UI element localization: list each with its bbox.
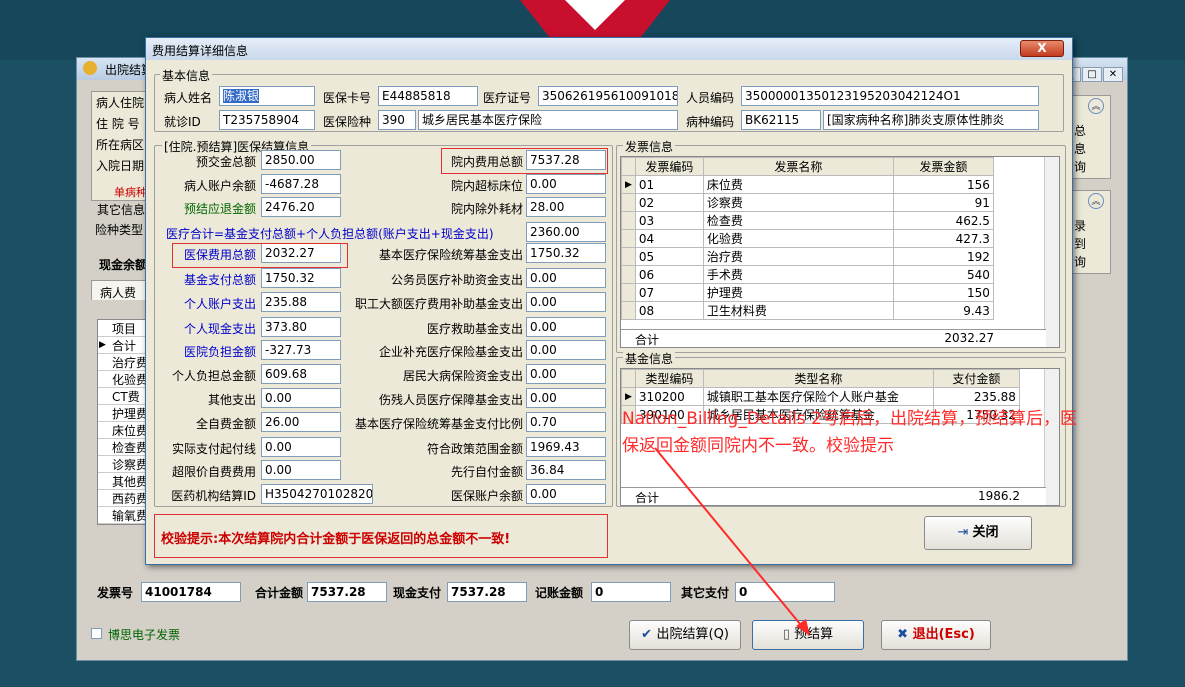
annotation-arrow	[654, 447, 810, 636]
